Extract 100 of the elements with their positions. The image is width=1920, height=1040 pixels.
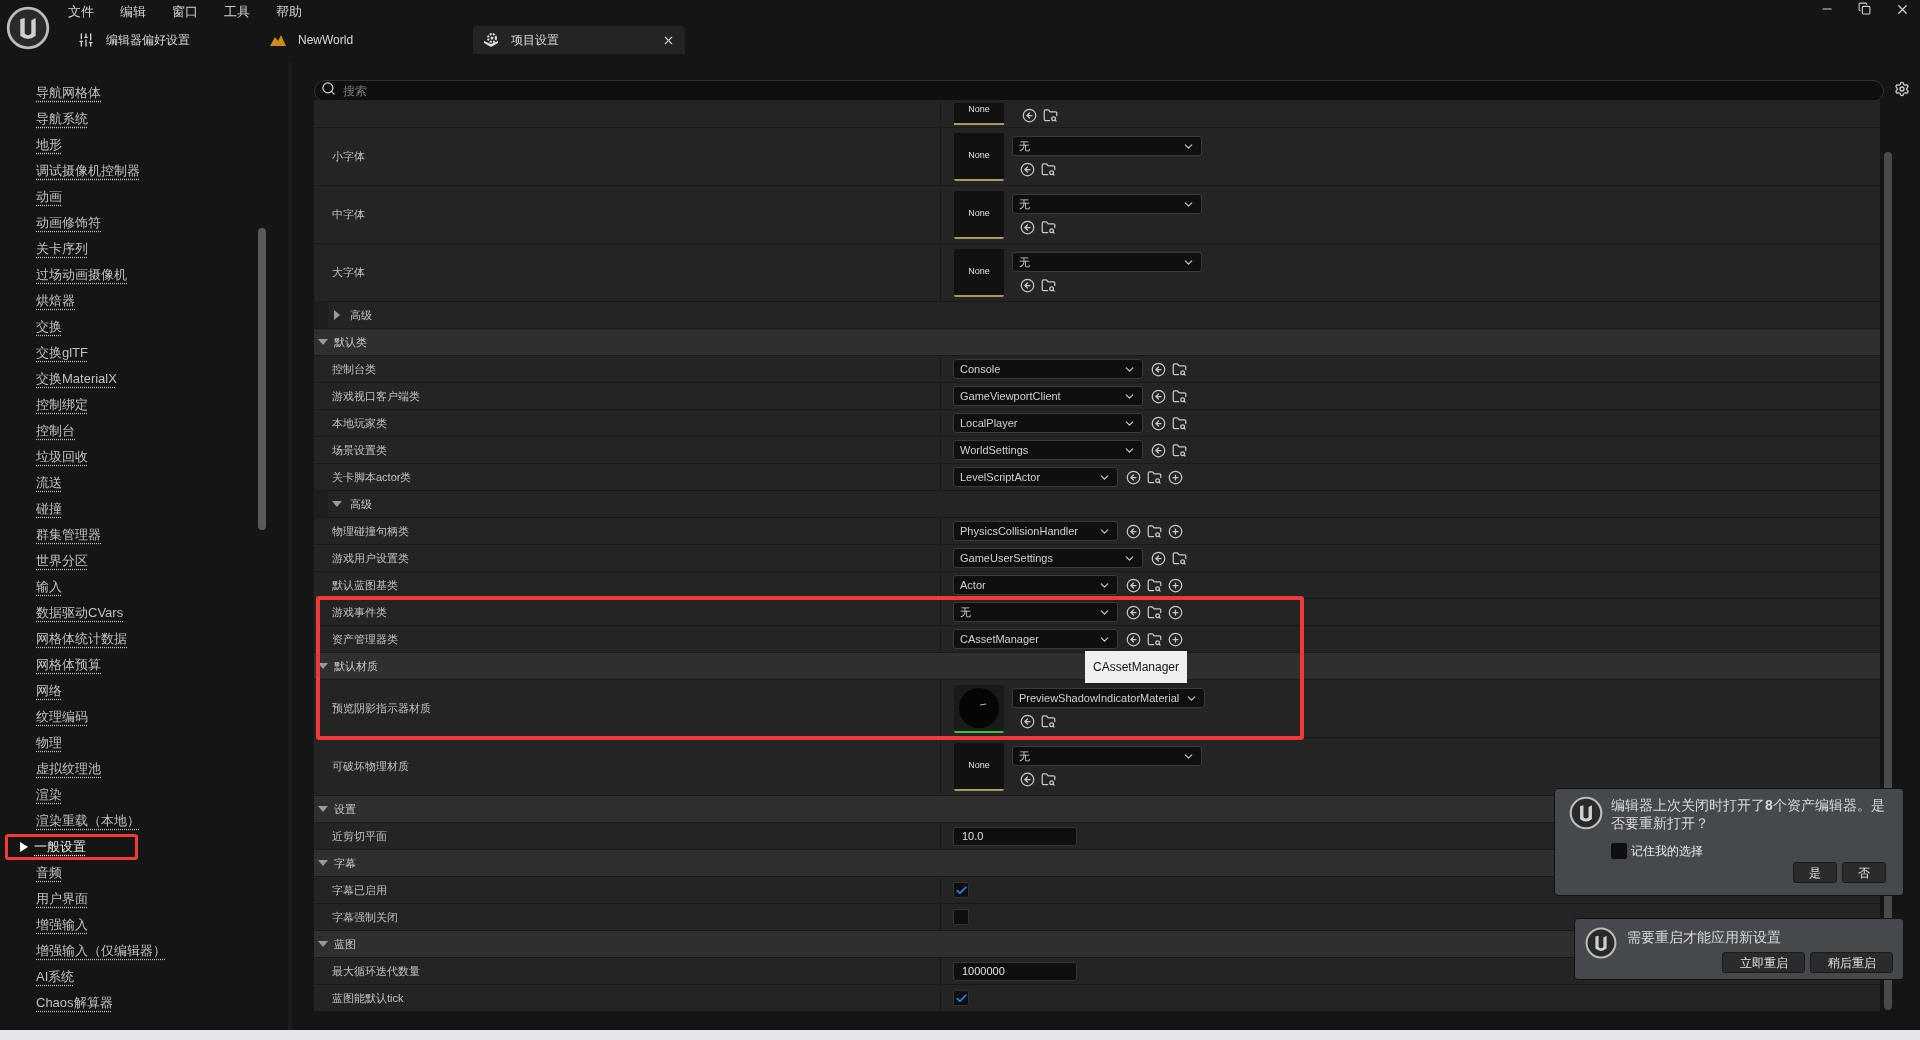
combo-box[interactable]: LevelScriptActor bbox=[953, 467, 1118, 487]
sidebar-item[interactable]: 群集管理器 bbox=[0, 522, 288, 548]
browse-icon[interactable] bbox=[1172, 550, 1187, 566]
sidebar-item[interactable]: 虚拟纹理池 bbox=[0, 756, 288, 782]
sidebar-item[interactable]: 交换 bbox=[0, 314, 288, 340]
add-icon[interactable] bbox=[1168, 631, 1183, 647]
sidebar-item[interactable]: 地形 bbox=[0, 132, 288, 158]
browse-icon[interactable] bbox=[1043, 108, 1058, 123]
sidebar-item[interactable]: 碰撞 bbox=[0, 496, 288, 522]
scrollbar-thumb[interactable] bbox=[258, 228, 266, 530]
browse-icon[interactable] bbox=[1147, 604, 1162, 620]
combo-box[interactable]: PhysicsCollisionHandler bbox=[953, 521, 1118, 541]
checkbox[interactable] bbox=[953, 990, 969, 1006]
combo-box[interactable]: LocalPlayer bbox=[953, 413, 1143, 433]
dialog-button[interactable]: 否 bbox=[1842, 862, 1886, 883]
sidebar-item[interactable]: 用户界面 bbox=[0, 886, 288, 912]
reset-icon[interactable] bbox=[1126, 631, 1141, 647]
reset-icon[interactable] bbox=[1020, 772, 1035, 787]
browse-icon[interactable] bbox=[1041, 278, 1056, 293]
reset-icon[interactable] bbox=[1151, 442, 1166, 458]
add-icon[interactable] bbox=[1168, 604, 1183, 620]
caret-down-icon[interactable] bbox=[332, 499, 342, 509]
combo-box[interactable]: CAssetManager bbox=[953, 629, 1118, 649]
sidebar-item[interactable]: 纹理编码 bbox=[0, 704, 288, 730]
sidebar-item[interactable]: 烘焙器 bbox=[0, 288, 288, 314]
add-icon[interactable] bbox=[1168, 469, 1183, 485]
dialog-button[interactable]: 稍后重启 bbox=[1810, 952, 1893, 973]
search-field[interactable]: 搜索 bbox=[314, 80, 1884, 102]
reset-icon[interactable] bbox=[1126, 604, 1141, 620]
number-field[interactable]: 1000000 bbox=[953, 961, 1077, 981]
sidebar-item[interactable]: 增强输入（仅编辑器） bbox=[0, 938, 288, 964]
sidebar-item[interactable]: 输入 bbox=[0, 574, 288, 600]
combo-box[interactable]: WorldSettings bbox=[953, 440, 1143, 460]
combo-box[interactable]: Console bbox=[953, 359, 1143, 379]
menu-item[interactable]: 文件 bbox=[68, 2, 94, 22]
document-tab[interactable]: NewWorld bbox=[260, 26, 364, 54]
caret-right-icon[interactable] bbox=[332, 310, 342, 320]
reset-icon[interactable] bbox=[1126, 577, 1141, 593]
browse-icon[interactable] bbox=[1041, 772, 1056, 787]
sidebar-item[interactable]: 动画 bbox=[0, 184, 288, 210]
browse-icon[interactable] bbox=[1147, 469, 1162, 485]
checkbox[interactable] bbox=[953, 909, 969, 925]
sidebar-item[interactable]: 音频 bbox=[0, 860, 288, 886]
dialog-button[interactable]: 立即重启 bbox=[1722, 952, 1805, 973]
sidebar-item[interactable]: 增强输入 bbox=[0, 912, 288, 938]
combo-box[interactable]: GameUserSettings bbox=[953, 548, 1143, 568]
browse-icon[interactable] bbox=[1147, 631, 1162, 647]
sidebar-item[interactable]: 网络 bbox=[0, 678, 288, 704]
combo-box[interactable]: PreviewShadowIndicatorMaterial bbox=[1012, 688, 1206, 708]
menu-item[interactable]: 编辑 bbox=[120, 2, 146, 22]
reset-icon[interactable] bbox=[1020, 220, 1035, 235]
caret-down-icon[interactable] bbox=[318, 939, 328, 949]
sidebar-item[interactable]: 流送 bbox=[0, 470, 288, 496]
browse-icon[interactable] bbox=[1172, 415, 1187, 431]
menu-item[interactable]: 窗口 bbox=[172, 2, 198, 22]
browse-icon[interactable] bbox=[1172, 388, 1187, 404]
asset-thumbnail[interactable]: None bbox=[954, 248, 1004, 297]
sidebar-item[interactable]: 交换MaterialX bbox=[0, 366, 288, 392]
reset-icon[interactable] bbox=[1126, 469, 1141, 485]
dialog-button[interactable]: 是 bbox=[1793, 862, 1837, 883]
caret-down-icon[interactable] bbox=[318, 804, 328, 814]
sidebar-item[interactable]: 渲染 bbox=[0, 782, 288, 808]
sidebar-item[interactable]: 一般设置 bbox=[5, 834, 138, 860]
menu-item[interactable]: 帮助 bbox=[276, 2, 302, 22]
asset-thumbnail[interactable]: None bbox=[954, 190, 1004, 239]
checkbox[interactable] bbox=[953, 882, 969, 898]
sidebar-item[interactable]: 控制绑定 bbox=[0, 392, 288, 418]
sidebar-item[interactable]: 物理 bbox=[0, 730, 288, 756]
reset-icon[interactable] bbox=[1020, 714, 1035, 729]
browse-icon[interactable] bbox=[1147, 523, 1162, 539]
sidebar-item[interactable]: 关卡序列 bbox=[0, 236, 288, 262]
settings-icon[interactable] bbox=[1894, 81, 1910, 97]
reset-icon[interactable] bbox=[1151, 415, 1166, 431]
sidebar-item[interactable]: 导航系统 bbox=[0, 106, 288, 132]
sidebar-item[interactable]: 导航网格体 bbox=[0, 80, 288, 106]
reset-icon[interactable] bbox=[1020, 278, 1035, 293]
reset-icon[interactable] bbox=[1126, 523, 1141, 539]
sidebar-item[interactable]: 动画修饰符 bbox=[0, 210, 288, 236]
category-header[interactable]: 默认类 bbox=[314, 329, 1880, 356]
menu-item[interactable]: 工具 bbox=[224, 2, 250, 22]
asset-thumbnail[interactable]: None bbox=[954, 132, 1004, 181]
caret-down-icon[interactable] bbox=[318, 337, 328, 347]
browse-icon[interactable] bbox=[1041, 220, 1056, 235]
sidebar-item[interactable]: 网格体统计数据 bbox=[0, 626, 288, 652]
browse-icon[interactable] bbox=[1172, 361, 1187, 377]
combo-box[interactable]: 无 bbox=[1012, 746, 1202, 766]
sidebar-item[interactable]: 调试摄像机控制器 bbox=[0, 158, 288, 184]
number-field[interactable]: 10.0 bbox=[953, 826, 1077, 846]
sidebar-item[interactable]: 控制台 bbox=[0, 418, 288, 444]
sidebar-item[interactable]: AI系统 bbox=[0, 964, 288, 990]
sidebar-item[interactable]: 垃圾回收 bbox=[0, 444, 288, 470]
group-header[interactable]: 高级 bbox=[328, 302, 1880, 328]
reset-icon[interactable] bbox=[1020, 162, 1035, 177]
combo-box[interactable]: Actor bbox=[953, 575, 1118, 595]
checkbox[interactable] bbox=[1611, 843, 1627, 859]
document-tab[interactable]: 编辑器偏好设置 bbox=[68, 26, 200, 54]
browse-icon[interactable] bbox=[1147, 577, 1162, 593]
add-icon[interactable] bbox=[1168, 577, 1183, 593]
sidebar-item[interactable]: 网格体预算 bbox=[0, 652, 288, 678]
browse-icon[interactable] bbox=[1041, 162, 1056, 177]
